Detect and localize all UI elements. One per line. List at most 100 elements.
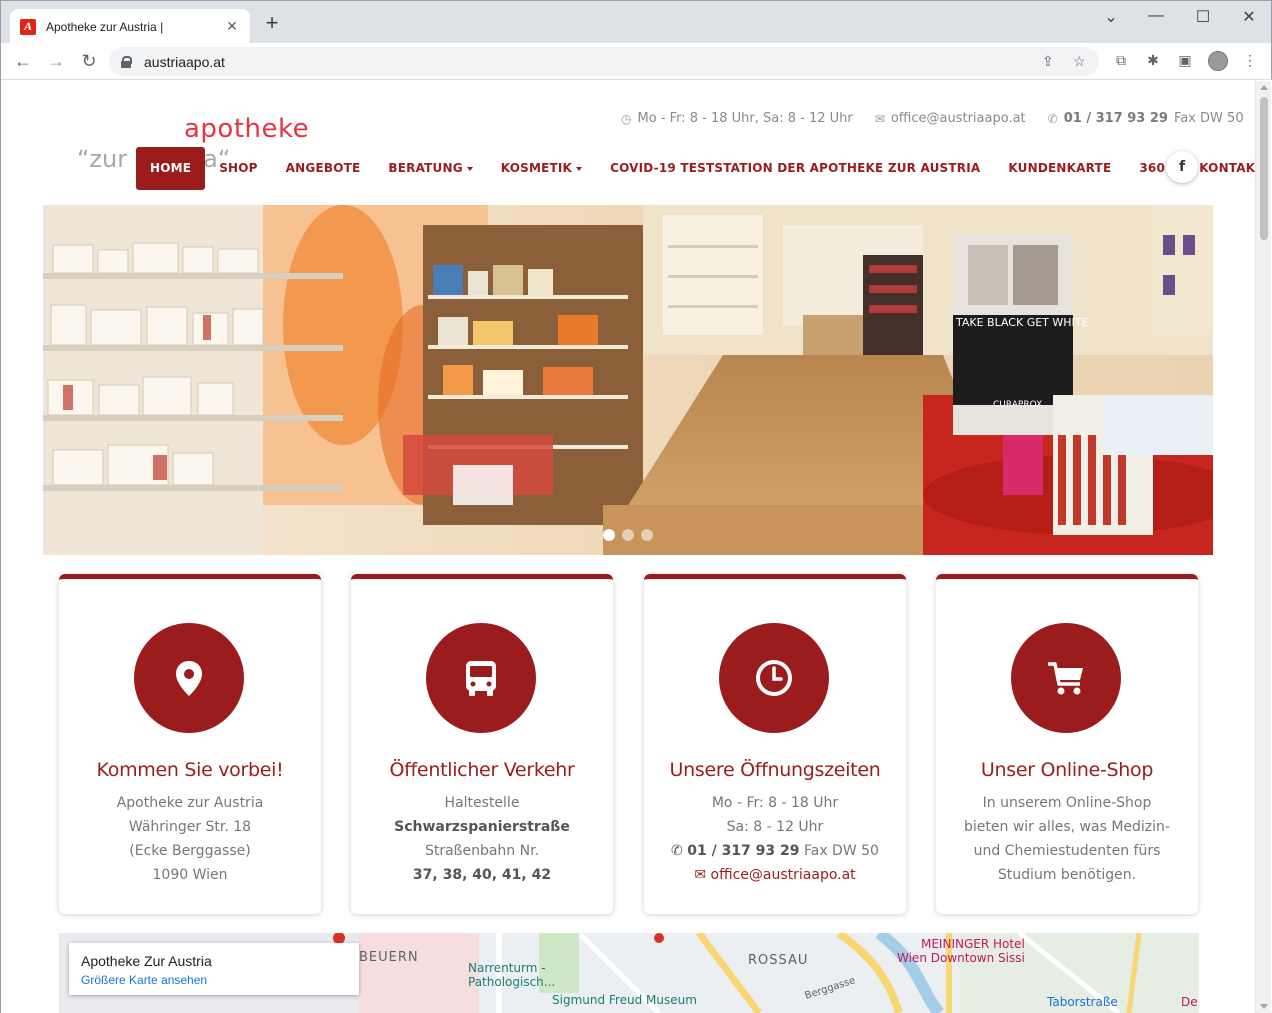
lock-icon[interactable] (121, 55, 132, 68)
photo-text-curaprox: CURAPROX (993, 400, 1042, 410)
nav-item-angebote[interactable]: ANGEBOTE (272, 147, 375, 190)
nav-item-kosmetik-label: KOSMETIK (500, 161, 573, 175)
slider-dot-1[interactable] (603, 529, 615, 541)
nav-item-kosmetik[interactable]: KOSMETIK (487, 147, 596, 190)
map-label-meininger[interactable]: MEININGER Hotel (921, 937, 1025, 951)
phone-number: 01 / 317 93 29 (687, 843, 800, 859)
pharmacy-interior-photo: TAKE BLACK GET WHITE CURAPROX (43, 205, 1213, 555)
fax-text: Fax DW 50 (1173, 111, 1244, 126)
hero-slider[interactable]: TAKE BLACK GET WHITE CURAPROX (43, 205, 1213, 555)
back-button[interactable]: ← (11, 49, 35, 73)
clock-icon (756, 660, 792, 696)
extensions-puzzle-icon[interactable]: ✱ (1143, 52, 1163, 69)
maximize-window-button[interactable]: ☐ (1188, 7, 1218, 27)
site-favicon-icon: A (20, 18, 36, 35)
caret-down-icon (576, 166, 583, 171)
email-info[interactable]: ✉ office@austriaapo.at (875, 111, 1026, 126)
card-public-transport: Öffentlicher Verkehr Haltestelle Schwarz… (351, 574, 613, 914)
cart-circle[interactable] (1011, 623, 1121, 733)
tram-numbers: 37, 38, 40, 41, 42 (412, 867, 552, 883)
clock-small-icon: ◷ (621, 111, 632, 126)
nav-item-covid-teststation[interactable]: COVID-19 TESTSTATION DER APOTHEKE ZUR AU… (596, 147, 994, 190)
share-icon[interactable]: ⇪ (1042, 53, 1054, 70)
location-circle (134, 623, 244, 733)
email-text[interactable]: office@austriaapo.at (891, 111, 1026, 126)
address-line: Apotheke zur Austria (116, 795, 264, 811)
clock-circle (719, 623, 829, 733)
nav-item-kundenkarte[interactable]: KUNDENKARTE (994, 147, 1125, 190)
opening-hours-text: Mo - Fr: 8 - 18 Uhr, Sa: 8 - 12 Uhr (637, 111, 853, 126)
forward-button[interactable]: → (44, 49, 68, 73)
nav-item-home[interactable]: HOME (136, 147, 206, 190)
facebook-icon[interactable]: f (1166, 151, 1198, 183)
map-label-de: De (1181, 995, 1198, 1009)
opening-hours-info: ◷ Mo - Fr: 8 - 18 Uhr, Sa: 8 - 12 Uhr (621, 111, 853, 126)
card-title: Öffentlicher Verkehr (389, 759, 575, 781)
tab-close-icon[interactable]: ✕ (224, 18, 240, 35)
phone-number: 01 / 317 93 29 (1063, 111, 1168, 126)
stop-label: Haltestelle (444, 795, 520, 811)
shop-text-line: In unserem Online-Shop (982, 795, 1152, 811)
bookmark-star-icon[interactable]: ☆ (1073, 53, 1086, 70)
browser-menu-icon[interactable]: ⋮ (1240, 52, 1260, 69)
weekday-hours: Mo - Fr: 8 - 18 Uhr (711, 795, 839, 811)
card-opening-hours: Unsere Öffnungszeiten Mo - Fr: 8 - 18 Uh… (644, 574, 906, 914)
shopping-cart-icon (1048, 662, 1083, 695)
phone-icon: ✆ (671, 843, 688, 859)
shop-text-line: und Chemiestudenten fürs (973, 843, 1161, 859)
browser-tab[interactable]: A Apotheke zur Austria | ✕ (10, 9, 250, 44)
scroll-down-arrow-icon[interactable] (1260, 1004, 1268, 1009)
address-line: 1090 Wien (152, 867, 228, 883)
map-label-taborstrasse[interactable]: Taborstraße (1047, 995, 1118, 1009)
main-navigation: HOME SHOP ANGEBOTE BERATUNG KOSMETIK COV… (136, 147, 1255, 190)
tab-search-dropdown-icon[interactable]: ⌄ (1096, 7, 1126, 27)
email-link[interactable]: office@austriaapo.at (711, 867, 856, 883)
phone-small-icon: ✆ (1047, 111, 1058, 126)
card-title[interactable]: Unser Online-Shop (936, 759, 1198, 781)
slider-dot-2[interactable] (622, 529, 634, 541)
envelope-icon: ✉ (694, 867, 711, 883)
side-panel-icon[interactable]: ▣ (1175, 52, 1195, 69)
card-online-shop: Unser Online-Shop In unserem Online-Shop… (936, 574, 1198, 914)
bus-circle (426, 623, 536, 733)
map-pin-icon (176, 661, 202, 696)
map-label-rossau: ROSSAU (748, 953, 809, 968)
embedded-map[interactable]: BEUERN Narrenturm - Pathologisch... ROSS… (59, 933, 1199, 1013)
card-text: Mo - Fr: 8 - 18 Uhr Sa: 8 - 12 Uhr ✆ 01 … (644, 791, 906, 887)
tram-label: Straßenbahn Nr. (424, 843, 540, 859)
stop-name: Schwarzspanierstraße (394, 819, 570, 835)
address-line: (Ecke Berggasse) (129, 843, 251, 859)
card-title: Unsere Öffnungszeiten (669, 759, 881, 781)
reload-button[interactable]: ↻ (77, 49, 101, 73)
profile-avatar[interactable] (1208, 51, 1228, 71)
map-label-sigmund-freud[interactable]: Sigmund Freud Museum (552, 993, 697, 1007)
card-text: In unserem Online-Shop bieten wir alles,… (936, 791, 1198, 887)
slider-dot-3[interactable] (641, 529, 653, 541)
close-window-button[interactable]: ✕ (1234, 7, 1264, 27)
map-place-card: Apotheke Zur Austria Größere Karte anseh… (69, 943, 359, 995)
card-visit-us: Kommen Sie vorbei! Apotheke zur Austria … (59, 574, 321, 914)
scrollbar-thumb[interactable] (1260, 97, 1268, 240)
phone-line: ✆ 01 / 317 93 29 Fax DW 50 (644, 839, 906, 863)
scroll-up-arrow-icon[interactable] (1260, 85, 1268, 90)
new-tab-button[interactable]: + (261, 12, 283, 35)
nav-item-shop[interactable]: SHOP (205, 147, 271, 190)
card-title: Kommen Sie vorbei! (96, 759, 284, 781)
logo-apotheke-text[interactable]: apotheke (184, 114, 309, 144)
minimize-window-button[interactable]: — (1141, 7, 1171, 25)
nav-item-beratung[interactable]: BERATUNG (374, 147, 486, 190)
page-scrollbar[interactable] (1255, 81, 1271, 1013)
devtools-extension-icon[interactable]: ⧉ (1111, 52, 1131, 69)
map-label-pathologisch[interactable]: Pathologisch... (468, 975, 555, 989)
email-line[interactable]: ✉ office@austriaapo.at (644, 863, 906, 887)
map-place-title: Apotheke Zur Austria (81, 953, 212, 969)
url-text[interactable]: austriaapo.at (144, 54, 225, 70)
map-label-narrenturm[interactable]: Narrenturm - (468, 961, 546, 975)
map-label-wien-downtown[interactable]: Wien Downtown Sissi (897, 951, 1025, 965)
slider-pagination (603, 529, 653, 541)
card-text: Haltestelle Schwarzspanierstraße Straßen… (351, 791, 613, 887)
envelope-small-icon: ✉ (874, 111, 885, 126)
larger-map-link[interactable]: Größere Karte ansehen (81, 973, 347, 987)
address-bar[interactable]: austriaapo.at ⇪ ☆ (109, 47, 1099, 76)
card-text: Apotheke zur Austria Währinger Str. 18 (… (59, 791, 321, 887)
